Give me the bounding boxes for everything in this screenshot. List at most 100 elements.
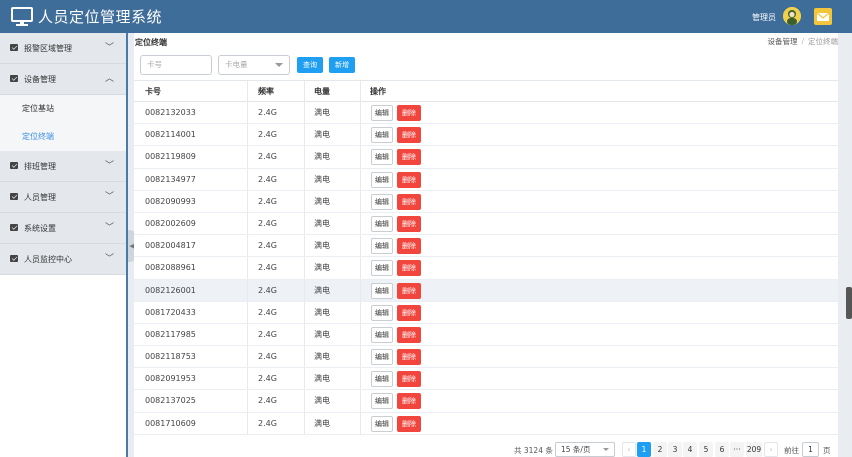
next-page-button[interactable]: › xyxy=(764,442,778,457)
table-row: 0082132033 2.4G 满电 编辑 删除 xyxy=(134,102,838,125)
pagination: 共 3124 条 15 条/页 ‹ 1 2 3 4 5 6 ··· 209 › 前往 1 页 xyxy=(134,441,838,457)
cell-frequency: 2.4G xyxy=(258,174,277,184)
table-row: 0082137025 2.4G 满电 编辑 删除 xyxy=(134,390,838,413)
page-number-button[interactable]: 209 xyxy=(746,442,762,457)
goto-page-input[interactable]: 1 xyxy=(802,442,819,457)
delete-button[interactable]: 删除 xyxy=(397,215,421,232)
edit-button[interactable]: 编辑 xyxy=(371,171,393,188)
checkbox-envelope-icon xyxy=(10,193,18,200)
page-number-button[interactable]: 5 xyxy=(699,442,713,457)
side-scroll-tab[interactable] xyxy=(846,287,852,319)
sidebar-item-schedule[interactable]: 排班管理 ﹀ xyxy=(0,151,126,182)
cell-card-number: 0082002609 xyxy=(145,218,196,228)
cell-frequency: 2.4G xyxy=(258,130,277,140)
table-header: 卡号 频率 电量 操作 xyxy=(134,80,838,102)
page-number-button[interactable]: 1 xyxy=(637,442,651,457)
cell-power: 满电 xyxy=(314,218,330,228)
edit-button[interactable]: 编辑 xyxy=(371,238,393,255)
top-header: 人员定位管理系统 管理员 xyxy=(0,0,852,33)
card-number-input[interactable]: 卡号 xyxy=(140,55,212,75)
cell-card-number: 0081710609 xyxy=(145,418,196,428)
cell-frequency: 2.4G xyxy=(258,307,277,317)
sidebar-item-monitor-center[interactable]: 人员监控中心 ﹀ xyxy=(0,244,126,275)
chevron-down-icon: ﹀ xyxy=(104,161,114,171)
chevron-down-icon: ﹀ xyxy=(104,254,114,264)
cell-frequency: 2.4G xyxy=(258,152,277,162)
page-number-button[interactable]: 2 xyxy=(653,442,667,457)
cell-power: 满电 xyxy=(314,263,330,273)
app-title: 人员定位管理系统 xyxy=(38,8,163,26)
sidebar-item-personnel[interactable]: 人员管理 ﹀ xyxy=(0,182,126,213)
edit-button[interactable]: 编辑 xyxy=(371,326,393,343)
delete-button[interactable]: 删除 xyxy=(397,415,421,432)
cell-card-number: 0082118753 xyxy=(145,352,196,362)
edit-button[interactable]: 编辑 xyxy=(371,215,393,232)
sidebar-subitem-base-station[interactable]: 定位基站 xyxy=(0,95,126,123)
cell-frequency: 2.4G xyxy=(258,241,277,251)
sidebar-subitem-terminal[interactable]: 定位终端 xyxy=(0,123,126,151)
delete-button[interactable]: 删除 xyxy=(397,326,421,343)
table-row: 0082134977 2.4G 满电 编辑 删除 xyxy=(134,168,838,191)
prev-page-button[interactable]: ‹ xyxy=(622,442,636,457)
sidebar-item-label: 人员管理 xyxy=(24,193,56,202)
cell-power: 满电 xyxy=(314,374,330,384)
delete-button[interactable]: 删除 xyxy=(397,171,421,188)
edit-button[interactable]: 编辑 xyxy=(371,371,393,388)
page-number-button[interactable]: 6 xyxy=(715,442,729,457)
delete-button[interactable]: 删除 xyxy=(397,238,421,255)
cell-frequency: 2.4G xyxy=(258,218,277,228)
delete-button[interactable]: 删除 xyxy=(397,260,421,277)
admin-label[interactable]: 管理员 xyxy=(752,12,776,23)
edit-button[interactable]: 编辑 xyxy=(371,415,393,432)
delete-button[interactable]: 删除 xyxy=(397,127,421,144)
sidebar-item-device[interactable]: 设备管理 ︿ xyxy=(0,64,126,95)
delete-button[interactable]: 删除 xyxy=(397,349,421,366)
edit-button[interactable]: 编辑 xyxy=(371,349,393,366)
page-number-button[interactable]: 3 xyxy=(668,442,682,457)
cell-power: 满电 xyxy=(314,152,330,162)
table-row: 0082118753 2.4G 满电 编辑 删除 xyxy=(134,346,838,369)
edit-button[interactable]: 编辑 xyxy=(371,105,393,121)
table-row: 0081710609 2.4G 满电 编辑 删除 xyxy=(134,412,838,435)
add-button[interactable]: 新增 xyxy=(329,57,355,73)
sidebar-item-alarm-area[interactable]: 报警区域管理 ﹀ xyxy=(0,33,126,64)
delete-button[interactable]: 删除 xyxy=(397,149,421,166)
page-ellipsis[interactable]: ··· xyxy=(730,442,744,457)
avatar[interactable] xyxy=(783,7,801,25)
cell-power: 满电 xyxy=(314,307,330,317)
delete-button[interactable]: 删除 xyxy=(397,393,421,410)
page-number-button[interactable]: 4 xyxy=(683,442,697,457)
mail-icon[interactable] xyxy=(814,8,832,25)
chevron-down-icon: ﹀ xyxy=(104,43,114,53)
delete-button[interactable]: 删除 xyxy=(397,193,421,210)
cell-power: 满电 xyxy=(314,329,330,339)
query-button[interactable]: 查询 xyxy=(297,57,323,73)
delete-button[interactable]: 删除 xyxy=(397,371,421,388)
breadcrumb-item[interactable]: 设备管理 xyxy=(767,37,797,46)
cell-frequency: 2.4G xyxy=(258,285,277,295)
edit-button[interactable]: 编辑 xyxy=(371,304,393,321)
sidebar-item-settings[interactable]: 系统设置 ﹀ xyxy=(0,213,126,244)
edit-button[interactable]: 编辑 xyxy=(371,149,393,166)
cell-card-number: 0082134977 xyxy=(145,174,196,184)
cell-power: 满电 xyxy=(314,418,330,428)
delete-button[interactable]: 删除 xyxy=(397,304,421,321)
cell-card-number: 0082117985 xyxy=(145,329,196,339)
sidebar-item-label: 报警区域管理 xyxy=(24,44,72,53)
edit-button[interactable]: 编辑 xyxy=(371,393,393,410)
power-select[interactable]: 卡电量 xyxy=(218,55,290,75)
cell-frequency: 2.4G xyxy=(258,374,277,384)
delete-button[interactable]: 删除 xyxy=(397,282,421,299)
edit-button[interactable]: 编辑 xyxy=(371,127,393,144)
edit-button[interactable]: 编辑 xyxy=(371,260,393,277)
cell-card-number: 0082132033 xyxy=(145,108,196,117)
edit-button[interactable]: 编辑 xyxy=(371,282,393,299)
cell-frequency: 2.4G xyxy=(258,396,277,406)
page-size-select[interactable]: 15 条/页 xyxy=(555,442,615,457)
edit-button[interactable]: 编辑 xyxy=(371,193,393,210)
cell-power: 满电 xyxy=(314,241,330,251)
checkbox-envelope-icon xyxy=(10,75,18,82)
checkbox-envelope-icon xyxy=(10,44,18,51)
delete-button[interactable]: 删除 xyxy=(397,105,421,121)
total-count: 共 3124 条 xyxy=(514,446,553,455)
